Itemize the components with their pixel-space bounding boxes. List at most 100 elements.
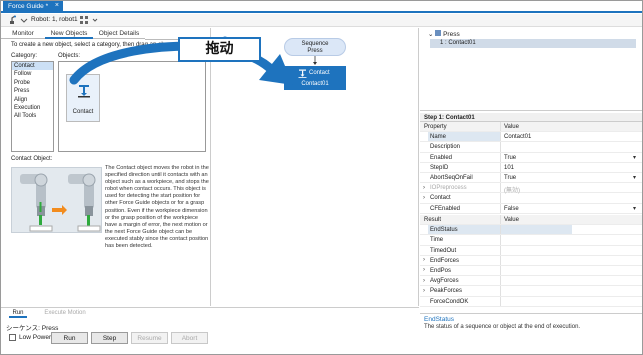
sequence-node[interactable]: Sequence Press [284, 38, 346, 56]
step-button[interactable]: Step [91, 332, 128, 344]
dropdown-arrow-icon[interactable] [90, 15, 100, 25]
result-row-endstatus[interactable]: EndStatus [420, 225, 642, 236]
tree-item-contact01[interactable]: 1 : Contact01 [430, 39, 636, 48]
sequence-label: シーケンス: Press [6, 325, 59, 332]
contact-object-card[interactable]: Contact [66, 74, 100, 122]
sequence-node-line1: Sequence [301, 40, 329, 47]
tree-item-contact01-label: 1 : Contact01 [440, 40, 476, 46]
tree-item-press[interactable]: ⌄ Press [428, 30, 460, 38]
resume-button[interactable]: Resume [131, 332, 168, 344]
dropdown-arrow-icon[interactable]: ▾ [633, 154, 636, 161]
chevron-down-icon[interactable] [19, 15, 29, 25]
grid-icon[interactable] [79, 15, 89, 25]
low-power-label: Low Power [19, 334, 52, 341]
dropdown-arrow-icon[interactable]: ▾ [633, 174, 636, 181]
property-name: Enabled [430, 154, 453, 161]
tab-label: Execute Motion [44, 310, 86, 316]
tab-execute-motion[interactable]: Execute Motion [41, 308, 89, 318]
abort-button[interactable]: Abort [171, 332, 208, 344]
contact-node-name: Contact01 [301, 81, 329, 87]
contact-node[interactable]: Contact Contact01 [284, 66, 346, 90]
contact-object-label: Contact [72, 109, 94, 115]
document-tab[interactable]: Force Guide * × [3, 1, 63, 12]
result-name: AvgForces [430, 278, 459, 285]
run-button[interactable]: Run [51, 332, 88, 344]
step-header: Step 1: Contact01 [420, 113, 642, 122]
col-value: Value [504, 217, 519, 223]
tab-monitor[interactable]: Monitor [1, 28, 45, 39]
property-name: AbortSeqOnFail [430, 174, 473, 181]
robot-icon[interactable] [7, 15, 17, 25]
property-value[interactable]: True [504, 155, 516, 161]
property-value[interactable]: True [504, 175, 516, 181]
category-item-all-tools[interactable]: All Tools [12, 112, 53, 120]
expand-icon[interactable]: › [423, 288, 425, 294]
category-item-probe[interactable]: Probe [12, 79, 53, 87]
property-row-enabled[interactable]: Enabled True ▾ [420, 152, 642, 163]
force-guide-window: Force Guide * × Robot: 1, robot1 Monitor… [0, 0, 643, 355]
col-value: Value [504, 124, 519, 130]
contact-object-heading: Contact Object: [11, 156, 53, 162]
category-item-press[interactable]: Press [12, 87, 53, 95]
tab-new-objects[interactable]: New Objects [45, 28, 93, 39]
property-value[interactable]: 101 [504, 165, 514, 171]
tab-label: New Objects [50, 30, 88, 37]
toolbar: Robot: 1, robot1 [1, 14, 642, 27]
document-tab-title: Force Guide * [8, 3, 49, 10]
property-row-name[interactable]: Name Contact01 [420, 132, 642, 143]
result-name: PeakForces [430, 288, 463, 295]
result-name: EndForces [430, 257, 460, 264]
contact-node-icon [298, 69, 307, 78]
tab-run[interactable]: Run [9, 308, 27, 318]
property-value[interactable]: Contact01 [504, 134, 531, 140]
low-power-checkbox[interactable] [9, 334, 16, 341]
robot-selector[interactable]: Robot: 1, robot1 [31, 16, 78, 23]
property-row-abortseqonfail[interactable]: AbortSeqOnFail True ▾ [420, 172, 642, 184]
expand-icon[interactable]: › [423, 195, 425, 201]
tree-item-press-label: Press [443, 31, 460, 38]
property-row-iopreprocess[interactable]: › IOPreprocess (無効) [420, 183, 642, 194]
category-item-align[interactable]: Align [12, 96, 53, 104]
result-row-endpos[interactable]: › EndPos [420, 265, 642, 277]
dropdown-arrow-icon[interactable]: ▾ [633, 205, 636, 212]
result-name: ForceCondOK [430, 298, 469, 305]
right-panel: ⌄ Press 1 : Contact01 Step 1: Contact01 … [420, 28, 642, 354]
status-panel: EndStatus The status of a sequence or ob… [420, 313, 642, 354]
col-result: Result [424, 217, 442, 223]
tab-label: Object Details [98, 30, 140, 37]
property-value[interactable]: False [504, 206, 519, 212]
tab-object-details[interactable]: Object Details [93, 28, 145, 39]
property-name: Description [430, 144, 461, 151]
property-name: IOPreprocess [430, 185, 467, 192]
result-name: TimedOut [430, 247, 457, 254]
flow-arrow-icon [313, 56, 317, 65]
property-row-description[interactable]: Description [420, 142, 642, 153]
left-panel: Monitor New Objects Object Details To cr… [1, 28, 211, 306]
result-row-forcecondok[interactable]: ForceCondOK [420, 296, 642, 307]
category-item-contact[interactable]: Contact [12, 62, 53, 71]
press-icon [435, 30, 442, 36]
result-row-avgforces[interactable]: › AvgForces [420, 276, 642, 287]
expand-icon[interactable]: › [423, 267, 425, 273]
objects-label: Objects: [58, 53, 81, 59]
result-row-time[interactable]: Time [420, 235, 642, 246]
close-tab-icon[interactable]: × [55, 2, 59, 9]
category-item-execution[interactable]: Execution [12, 104, 53, 112]
sequence-canvas[interactable]: Sequence Press Contact Contact01 [212, 28, 419, 306]
category-item-follow[interactable]: Follow [12, 70, 53, 78]
expand-icon[interactable]: › [423, 185, 425, 191]
property-row-stepid[interactable]: StepID 101 [420, 162, 642, 173]
property-name: CFEnabled [430, 205, 461, 212]
result-row-endforces[interactable]: › EndForces [420, 255, 642, 266]
collapse-icon[interactable]: ⌄ [428, 31, 435, 38]
status-description: The status of a sequence or object at th… [424, 324, 581, 330]
contact-node-title: Contact [309, 70, 330, 76]
result-row-timedout[interactable]: TimedOut [420, 245, 642, 256]
property-row-cfenabled[interactable]: CFEnabled False ▾ [420, 203, 642, 214]
result-row-peakforces[interactable]: › PeakForces [420, 286, 642, 297]
result-grid-header: Result Value [420, 215, 642, 226]
property-row-contact[interactable]: › Contact [420, 193, 642, 204]
run-panel: Run Execute Motion シーケンス: Press Low Powe… [1, 307, 419, 354]
expand-icon[interactable]: › [423, 257, 425, 263]
expand-icon[interactable]: › [423, 278, 425, 284]
